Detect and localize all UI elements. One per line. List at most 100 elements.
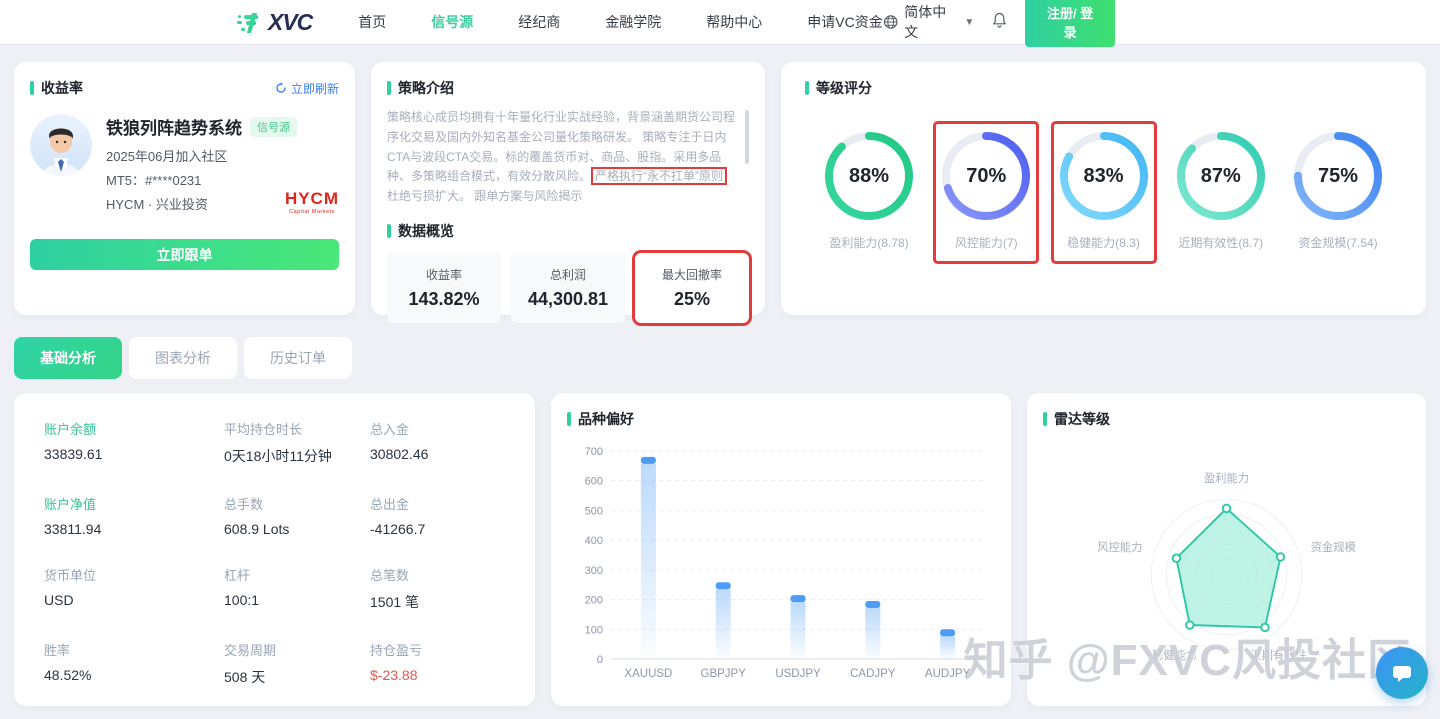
score-percent: 70% xyxy=(940,130,1032,222)
notification-bell-icon[interactable] xyxy=(992,12,1007,32)
logo-text: XVC xyxy=(268,9,312,36)
score-ring: 75% xyxy=(1292,130,1384,222)
stat-box-max-drawdown: 最大回撤率 25% xyxy=(635,253,749,323)
globe-icon xyxy=(883,14,898,30)
tab-history-orders[interactable]: 历史订单 xyxy=(244,337,352,379)
svg-text:300: 300 xyxy=(585,565,603,577)
stat-value: 44,300.81 xyxy=(528,289,608,310)
title-accent-bar xyxy=(30,81,34,95)
score-ring: 87% xyxy=(1175,130,1267,222)
profit-card: 收益率 立即刷新 xyxy=(14,62,355,315)
score-ring: 70% xyxy=(940,130,1032,222)
stat-label: 收益率 xyxy=(426,266,462,283)
profit-card-title-row: 收益率 xyxy=(30,78,83,98)
cell-win-rate: 胜率48.52% xyxy=(44,640,224,687)
svg-text:XAUUSD: XAUUSD xyxy=(624,668,672,680)
tab-basic-analysis[interactable]: 基础分析 xyxy=(14,337,122,379)
refresh-icon xyxy=(275,82,287,94)
cell-avg-holding-time: 平均持仓时长0天18小时11分钟 xyxy=(224,419,370,466)
stat-box-total-profit: 总利润 44,300.81 xyxy=(511,253,625,323)
cell-total-trades: 总笔数1501 笔 xyxy=(370,565,515,612)
cell-total-deposit: 总入金30802.46 xyxy=(370,419,515,466)
hycm-logo: HYCM Capital Markets xyxy=(285,189,339,215)
svg-text:600: 600 xyxy=(585,476,603,488)
rating-circles: 88% 盈利能力(8.78) 70% 风控能力(7) 83% 稳健能力(8.3)… xyxy=(805,124,1402,261)
svg-text:AUDJPY: AUDJPY xyxy=(925,668,971,680)
bar-chart-title: 品种偏好 xyxy=(578,409,634,429)
strategy-card-title: 策略介绍 xyxy=(398,78,454,98)
svg-text:资金规模: 资金规模 xyxy=(1311,540,1356,554)
title-accent-bar xyxy=(805,81,809,95)
score-percent: 83% xyxy=(1058,130,1150,222)
rating-card-title: 等级评分 xyxy=(816,78,872,98)
svg-text:GBPJPY: GBPJPY xyxy=(701,668,747,680)
stat-box-return-rate: 收益率 143.82% xyxy=(387,253,501,323)
hycm-logo-text: HYCM xyxy=(285,189,339,209)
analysis-tabs: 基础分析 图表分析 历史订单 xyxy=(14,337,1426,379)
language-label: 简体中文 xyxy=(904,2,958,42)
cell-trading-period: 交易周期508 天 xyxy=(224,640,370,687)
svg-text:500: 500 xyxy=(585,505,603,517)
customer-service-chat-button[interactable] xyxy=(1376,647,1428,699)
radar-rating-card: 雷达等级 盈利能力资金规模近期有效性稳健能力风控能力 xyxy=(1027,393,1426,706)
stat-label: 最大回撤率 xyxy=(662,266,722,283)
stat-value: 143.82% xyxy=(408,289,479,310)
cell-equity: 账户净值33811.94 xyxy=(44,494,224,537)
score-percent: 75% xyxy=(1292,130,1384,222)
cell-total-lots: 总手数608.9 Lots xyxy=(224,494,370,537)
svg-text:风控能力: 风控能力 xyxy=(1097,540,1142,554)
rating-fund-scale: 75% 资金规模(7.54) xyxy=(1288,124,1388,261)
top-navigation-bar: XVC 首页 信号源 经纪商 金融学院 帮助中心 申请VC资金 简体中文 ▼ 注… xyxy=(0,0,1440,44)
nav-item-signals[interactable]: 信号源 xyxy=(431,12,473,32)
main-nav: 首页 信号源 经纪商 金融学院 帮助中心 申请VC资金 xyxy=(358,12,882,32)
cell-balance: 账户余额33839.61 xyxy=(44,419,224,466)
score-label: 近期有效性(8.7) xyxy=(1178,234,1263,251)
title-accent-bar xyxy=(567,412,571,426)
account-grid: 账户余额33839.61 平均持仓时长0天18小时11分钟 总入金30802.4… xyxy=(44,419,515,687)
register-login-button[interactable]: 注册/ 登录 xyxy=(1025,0,1115,47)
annotation-box-principle: 严格执行“永不扛单”原则 xyxy=(591,167,727,185)
svg-text:稳健能力: 稳健能力 xyxy=(1152,648,1197,662)
nav-item-academy[interactable]: 金融学院 xyxy=(605,12,661,32)
cell-floating-pnl: 持仓盈亏$-23.88 xyxy=(370,640,515,687)
stat-value: 25% xyxy=(674,289,710,310)
nav-item-brokers[interactable]: 经纪商 xyxy=(518,12,560,32)
nav-item-home[interactable]: 首页 xyxy=(358,12,386,32)
svg-text:400: 400 xyxy=(585,535,603,547)
svg-text:近期有效性: 近期有效性 xyxy=(1250,648,1306,662)
score-label: 稳健能力(8.3) xyxy=(1067,234,1140,251)
language-selector[interactable]: 简体中文 ▼ xyxy=(883,2,975,42)
title-accent-bar xyxy=(387,81,391,95)
title-accent-bar xyxy=(1043,412,1047,426)
avatar xyxy=(30,114,92,176)
rating-recent-effectiveness: 87% 近期有效性(8.7) xyxy=(1171,124,1271,261)
nav-item-apply-funds[interactable]: 申请VC资金 xyxy=(807,12,882,32)
strategy-name: 铁狼列阵趋势系统 xyxy=(106,114,242,139)
account-number: MT5：#****0231 xyxy=(106,170,339,189)
joined-date: 2025年06月加入社区 xyxy=(106,146,339,165)
nav-item-help[interactable]: 帮助中心 xyxy=(706,12,762,32)
scrollbar-thumb[interactable] xyxy=(745,110,749,164)
follow-now-button[interactable]: 立即跟单 xyxy=(30,239,339,270)
score-label: 风控能力(7) xyxy=(955,234,1018,251)
svg-text:0: 0 xyxy=(597,654,603,666)
fxvc-logo[interactable]: XVC xyxy=(236,9,312,36)
refresh-link[interactable]: 立即刷新 xyxy=(275,80,339,97)
chat-bubble-icon xyxy=(1389,660,1415,686)
cell-total-withdrawal: 总出金-41266.7 xyxy=(370,494,515,537)
broker-name: HYCM · 兴业投资 xyxy=(106,194,208,217)
fxvc-logo-icon xyxy=(236,9,266,35)
svg-text:盈利能力: 盈利能力 xyxy=(1204,471,1249,485)
intro-text-after: 杜绝亏损扩大。 跟单方案与风险揭示 xyxy=(387,189,582,203)
data-overview-title: 数据概览 xyxy=(398,221,454,241)
rating-stability: 83% 稳健能力(8.3) xyxy=(1054,124,1154,261)
symbol-preference-card: 品种偏好 0100200300400500600700XAUUSDGBPJPYU… xyxy=(551,393,1011,706)
rating-card: 等级评分 88% 盈利能力(8.78) 70% 风控能力(7) 83% 稳健能力… xyxy=(781,62,1426,315)
account-details-card: 账户余额33839.61 平均持仓时长0天18小时11分钟 总入金30802.4… xyxy=(14,393,535,706)
tab-chart-analysis[interactable]: 图表分析 xyxy=(129,337,237,379)
rating-risk-control: 70% 风控能力(7) xyxy=(936,124,1036,261)
strategy-card: 策略介绍 策略核心成员均拥有十年量化行业实战经验，背景涵盖期货公司程序化交易及国… xyxy=(371,62,765,315)
score-label: 盈利能力(8.78) xyxy=(829,234,908,251)
title-accent-bar xyxy=(387,224,391,238)
cell-leverage: 杠杆100:1 xyxy=(224,565,370,612)
